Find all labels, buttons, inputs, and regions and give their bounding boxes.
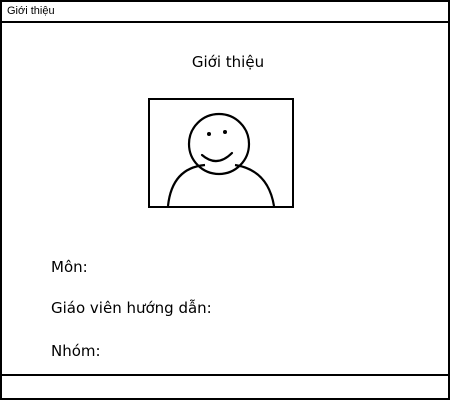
window-title: Giới thiệu xyxy=(7,5,55,17)
teacher-label: Giáo viên hướng dẫn: xyxy=(51,299,212,317)
title-bar: Giới thiệu xyxy=(2,2,448,23)
subject-label: Môn: xyxy=(51,258,88,276)
status-bar xyxy=(2,374,448,398)
smiley-person-icon xyxy=(166,112,276,206)
avatar-image-placeholder xyxy=(148,98,294,208)
page-title: Giới thiệu xyxy=(191,53,265,71)
group-label: Nhóm: xyxy=(51,342,101,360)
app-window: Giới thiệu Giới thiệu Môn: Giáo viên hướ… xyxy=(0,0,450,400)
